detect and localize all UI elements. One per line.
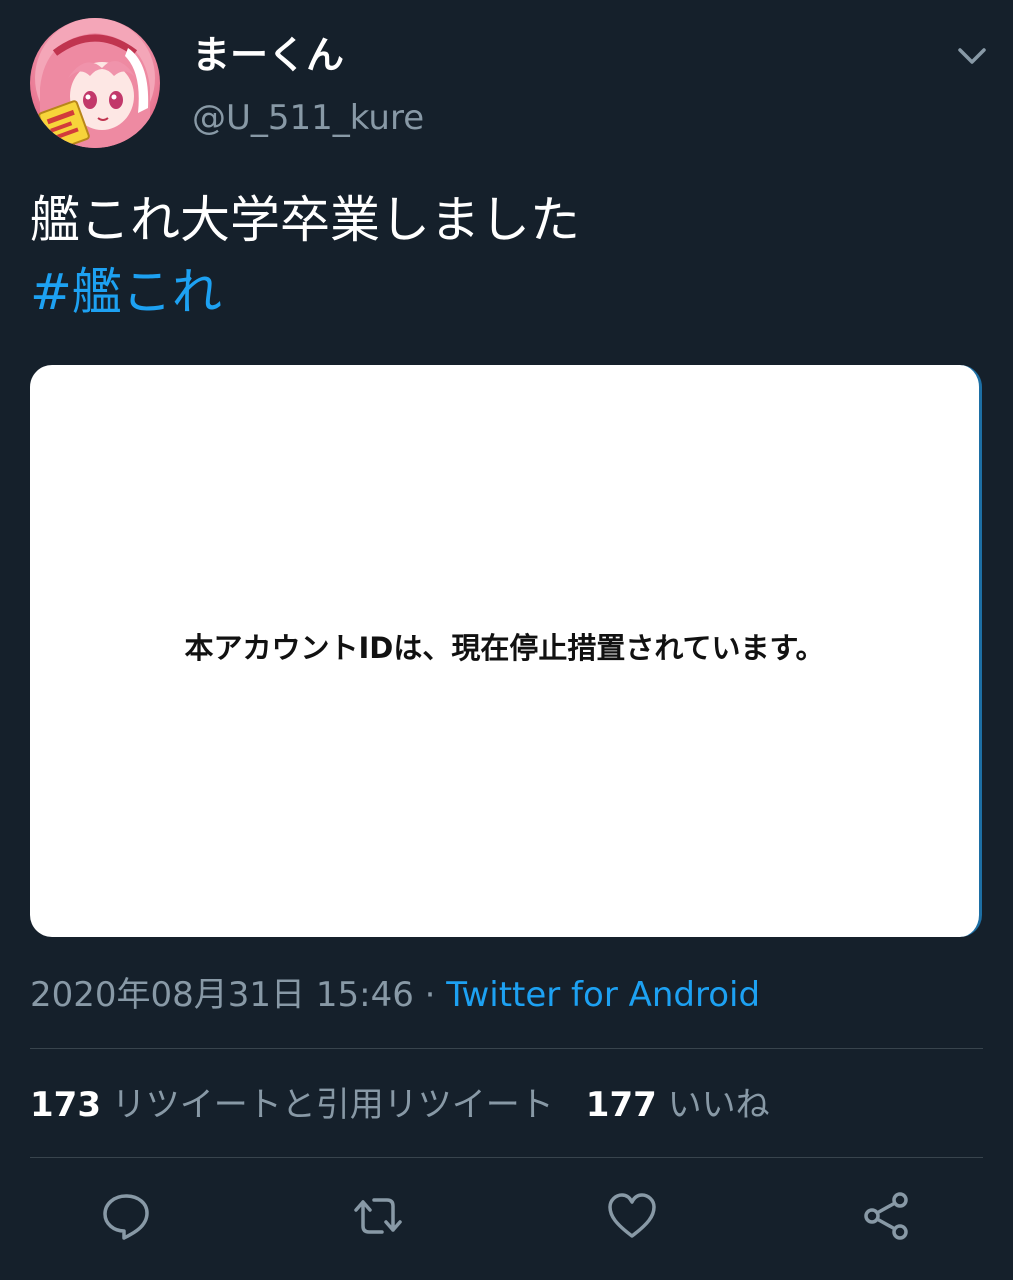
chevron-down-icon[interactable] [952,40,992,70]
retweet-icon [354,1198,402,1234]
divider [30,1048,983,1049]
avatar[interactable] [30,18,160,148]
tweet-meta: 2020年08月31日 15:46 · Twitter for Android [30,972,760,1018]
retweets-count: 173 [30,1085,101,1125]
like-button[interactable] [606,1190,658,1242]
reply-button[interactable] [100,1190,152,1242]
media-caption: 本アカウントIDは、現在停止措置されています。 [184,631,825,665]
timestamp: 2020年08月31日 15:46 [30,975,414,1015]
meta-separator: · [413,975,447,1015]
media-image[interactable]: 本アカウントIDは、現在停止措置されています。 [30,365,982,937]
retweet-button[interactable] [352,1190,404,1242]
likes-count: 177 [585,1085,657,1125]
divider [30,1157,983,1158]
reply-icon [103,1194,149,1240]
likes-label: いいね [667,1085,770,1125]
tweet-stats: 173 リツイートと引用リツイート 177 いいね [30,1081,770,1129]
retweets-stat[interactable]: 173 リツイートと引用リツイート [30,1085,554,1125]
share-icon [864,1192,908,1240]
tweet-detail: まーくん @U_511_kure 艦これ大学卒業しました #艦これ 本アカウント… [0,0,1013,1280]
share-button[interactable] [860,1190,912,1242]
like-icon [608,1193,656,1238]
display-name[interactable]: まーくん [192,30,344,80]
user-handle[interactable]: @U_511_kure [192,96,424,140]
tweet-text: 艦これ大学卒業しました #艦これ [30,184,580,328]
avatar-image [35,18,155,148]
bottom-edge [0,1270,1013,1280]
retweets-label: リツイートと引用リツイート [111,1085,554,1125]
likes-stat[interactable]: 177 いいね [586,1085,770,1125]
tweet-body: 艦これ大学卒業しました [30,191,580,249]
source-link[interactable]: Twitter for Android [446,975,760,1015]
hashtag-link[interactable]: #艦これ [30,256,580,328]
